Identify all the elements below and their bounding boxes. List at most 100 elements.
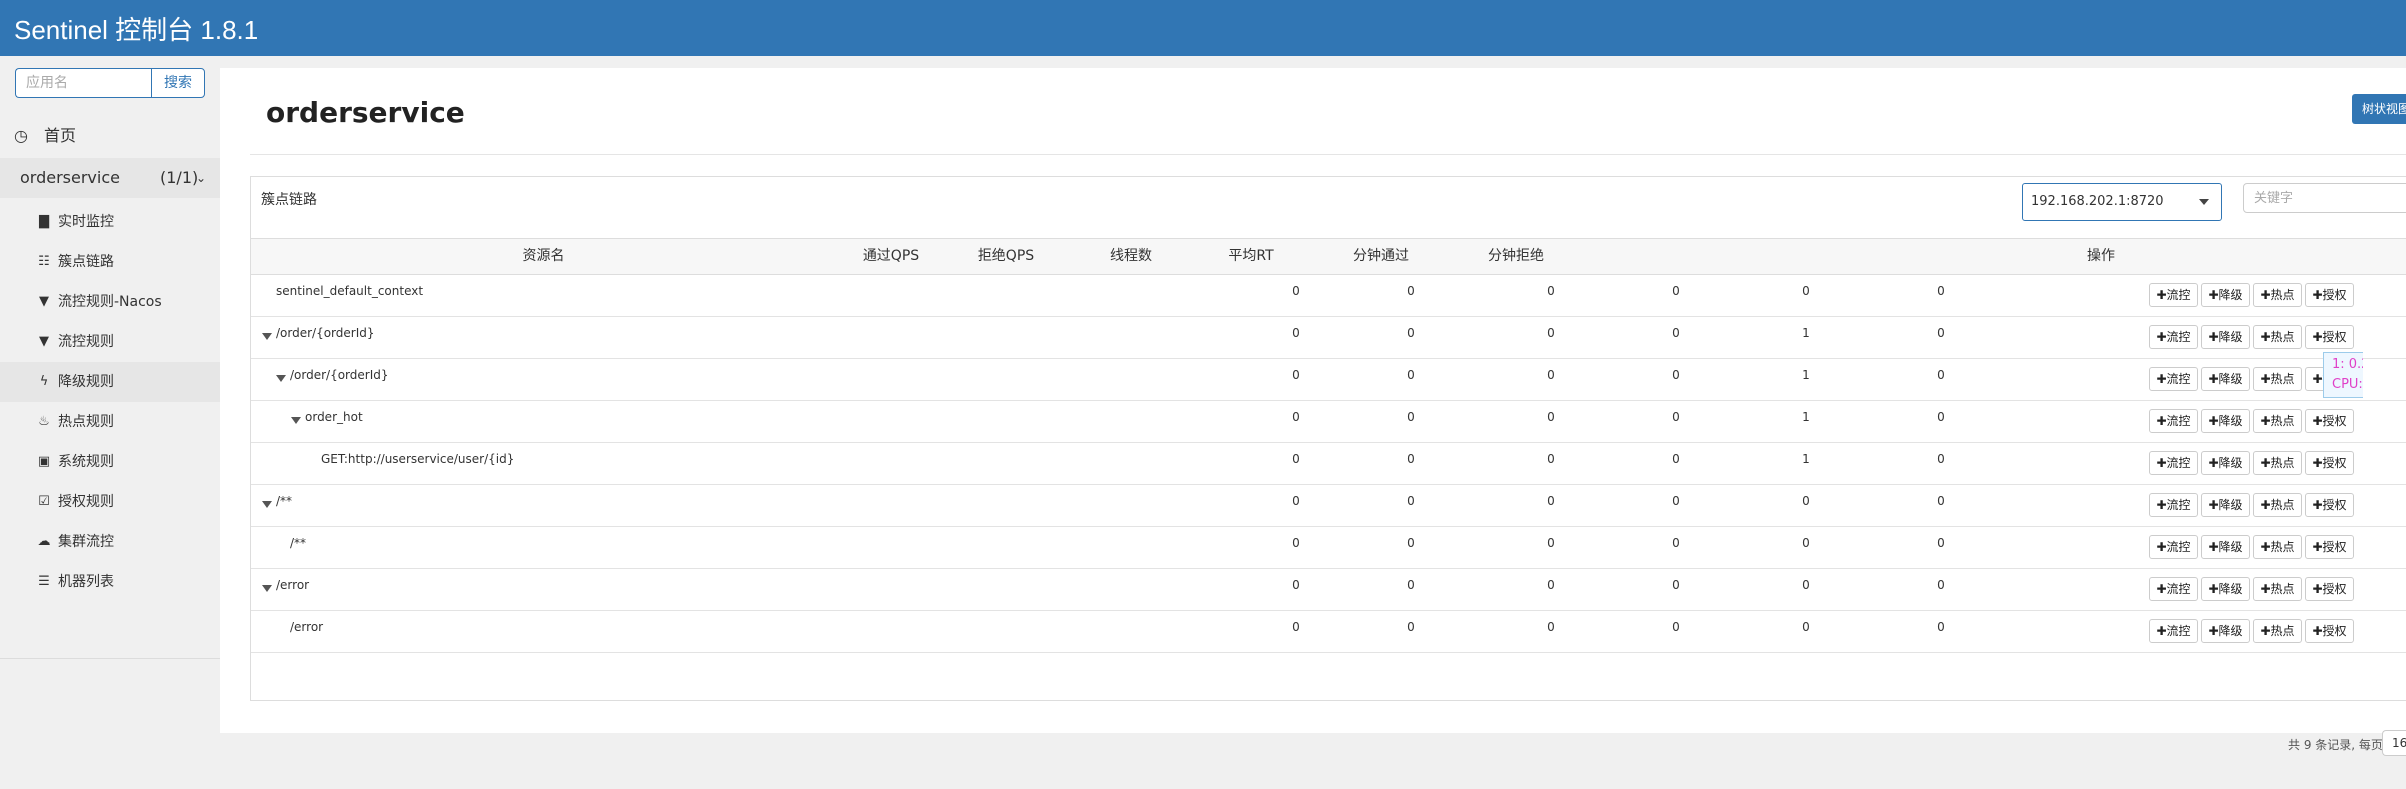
authority-rule-button[interactable]: ✚授权 [2305,535,2354,559]
menu-item[interactable]: ▼ 流控规则 [0,322,220,362]
authority-rule-button[interactable]: ✚授权 [2305,493,2354,517]
authority-rule-button[interactable]: ✚授权 [2305,325,2354,349]
th-list-icon: ☰ [38,574,50,589]
metric-cell: 0 [1407,578,1415,592]
authority-rule-button[interactable]: ✚授权 [2305,409,2354,433]
authority-rule-button[interactable]: ✚授权 [2305,283,2354,307]
metric-cell: 0 [1547,620,1555,634]
flow-rule-button[interactable]: ✚流控 [2149,409,2198,433]
hotspot-rule-button[interactable]: ✚热点 [2253,283,2302,307]
table-row: order_hot 0 0 0 0 1 0 ✚流控 ✚降级 ✚热点 ✚授权 [251,401,2406,443]
degrade-rule-button[interactable]: ✚降级 [2201,535,2250,559]
metric-cell: 0 [1937,326,1945,340]
filter-icon: ▼ [39,294,49,309]
menu-item[interactable]: ☰ 机器列表 [0,562,220,602]
flow-rule-button[interactable]: ✚流控 [2149,283,2198,307]
degrade-rule-button[interactable]: ✚降级 [2201,619,2250,643]
menu-item[interactable]: ☷ 簇点链路 [0,242,220,282]
expand-toggle-icon[interactable] [262,333,272,340]
flow-rule-button[interactable]: ✚流控 [2149,367,2198,391]
degrade-rule-button[interactable]: ✚降级 [2201,493,2250,517]
flow-rule-button[interactable]: ✚流控 [2149,535,2198,559]
metric-cell: 1 [1802,410,1810,424]
app-title[interactable]: Sentinel 控制台 1.8.1 [14,10,258,47]
plus-icon: ✚ [2156,624,2167,638]
nav-home[interactable]: ◷ 首页 [0,118,220,154]
resource-name: /order/{orderId} [290,368,389,382]
action-label: 流控 [2166,288,2191,302]
menu-item[interactable]: ϟ 降级规则 [0,362,220,402]
authority-rule-button[interactable]: ✚授权 [2305,451,2354,475]
menu-item[interactable]: ▣ 系统规则 [0,442,220,482]
app-search-input[interactable] [15,68,151,98]
expand-toggle-icon[interactable] [262,501,272,508]
plus-icon: ✚ [2156,372,2167,386]
plus-icon: ✚ [2312,414,2323,428]
column-header: 分钟通过 [1353,248,1409,264]
action-label: 授权 [2322,330,2347,344]
metric-cell: 1 [1802,452,1810,466]
flow-rule-button[interactable]: ✚流控 [2149,577,2198,601]
metric-cell: 0 [1802,284,1810,298]
degrade-rule-button[interactable]: ✚降级 [2201,367,2250,391]
hotspot-rule-button[interactable]: ✚热点 [2253,409,2302,433]
metric-cell: 0 [1672,494,1680,508]
degrade-rule-button[interactable]: ✚降级 [2201,325,2250,349]
menu-item-label: 流控规则-Nacos [58,294,162,310]
caret-down-icon [2199,199,2209,205]
flow-rule-button[interactable]: ✚流控 [2149,325,2198,349]
hotspot-rule-button[interactable]: ✚热点 [2253,367,2302,391]
expand-toggle-icon[interactable] [291,417,301,424]
hotspot-rule-button[interactable]: ✚热点 [2253,619,2302,643]
menu-item[interactable]: ▇ 实时监控 [0,202,220,242]
metric-cell: 1 [1802,368,1810,382]
action-label: 流控 [2166,624,2191,638]
metric-cell: 0 [1802,494,1810,508]
menu-item[interactable]: ▼ 流控规则-Nacos [0,282,220,322]
degrade-rule-button[interactable]: ✚降级 [2201,409,2250,433]
metric-cell: 0 [1672,620,1680,634]
menu-item[interactable]: ☁ 集群流控 [0,522,220,562]
app-entry-orderservice[interactable]: orderservice (1/1) ⌄ [0,158,220,198]
resource-panel: 簇点链路 192.168.202.1:8720 资源名 通过QPS 拒绝QPS 线程数… [250,176,2406,701]
metric-cell: 0 [1547,494,1555,508]
authority-rule-button[interactable]: ✚授权 [2305,577,2354,601]
flow-rule-button[interactable]: ✚流控 [2149,493,2198,517]
tree-view-button[interactable]: 树状视图 [2352,94,2406,124]
action-label: 降级 [2218,372,2243,386]
table-row: /** 0 0 0 0 0 0 ✚流控 ✚降级 ✚热点 ✚授权 [251,527,2406,569]
keyword-search-input[interactable] [2243,183,2406,213]
page-size-select[interactable]: 16 [2382,730,2406,756]
plus-icon: ✚ [2208,624,2219,638]
flow-rule-button[interactable]: ✚流控 [2149,451,2198,475]
hotspot-rule-button[interactable]: ✚热点 [2253,493,2302,517]
resource-name: /** [290,536,307,550]
plus-icon: ✚ [2208,498,2219,512]
machine-select[interactable]: 192.168.202.1:8720 [2022,183,2222,221]
metric-cell: 0 [1672,452,1680,466]
column-header: 资源名 [522,248,565,264]
hotspot-rule-button[interactable]: ✚热点 [2253,325,2302,349]
degrade-rule-button[interactable]: ✚降级 [2201,283,2250,307]
menu-item[interactable]: ♨ 热点规则 [0,402,220,442]
action-label: 流控 [2166,498,2191,512]
degrade-rule-button[interactable]: ✚降级 [2201,577,2250,601]
top-navbar: Sentinel 控制台 1.8.1 [0,0,2406,56]
hotspot-rule-button[interactable]: ✚热点 [2253,451,2302,475]
metric-cell: 0 [1547,284,1555,298]
authority-rule-button[interactable]: ✚授权 [2305,619,2354,643]
column-header: 通过QPS [862,248,920,264]
hotspot-rule-button[interactable]: ✚热点 [2253,577,2302,601]
title-divider [250,154,2406,155]
expand-toggle-icon[interactable] [276,375,286,382]
expand-toggle-icon[interactable] [262,585,272,592]
action-label: 降级 [2218,330,2243,344]
search-button[interactable]: 搜索 [151,68,205,98]
metric-cell: 0 [1407,494,1415,508]
plus-icon: ✚ [2208,414,2219,428]
hotspot-rule-button[interactable]: ✚热点 [2253,535,2302,559]
action-label: 授权 [2322,414,2347,428]
degrade-rule-button[interactable]: ✚降级 [2201,451,2250,475]
menu-item[interactable]: ☑ 授权规则 [0,482,220,522]
flow-rule-button[interactable]: ✚流控 [2149,619,2198,643]
